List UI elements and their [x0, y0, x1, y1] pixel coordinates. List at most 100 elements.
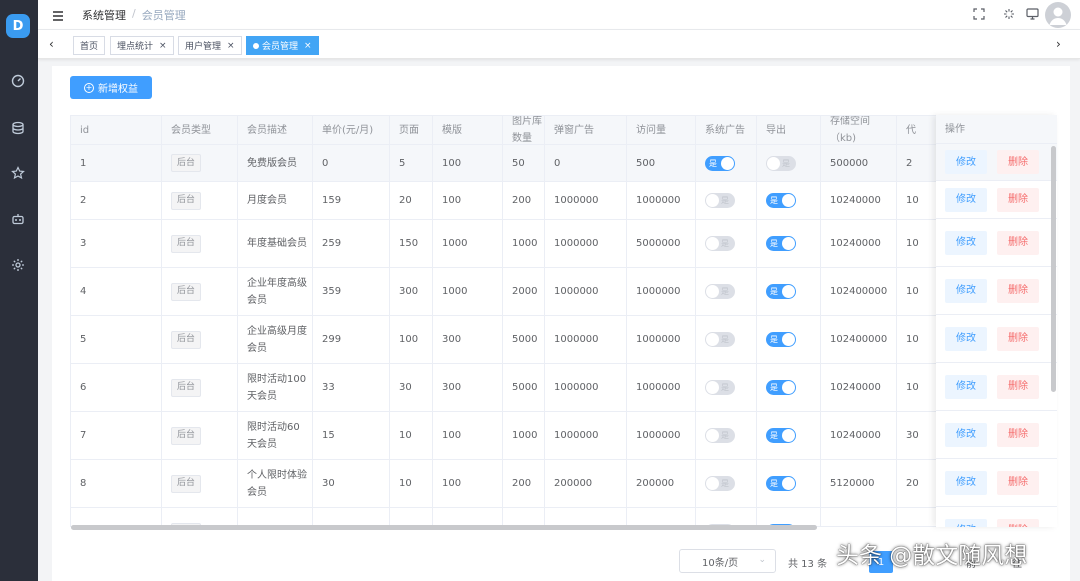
export-switch[interactable]: 是 — [766, 155, 796, 171]
database-icon[interactable] — [10, 120, 26, 136]
tag-member-management[interactable]: 会员管理 × — [246, 36, 319, 55]
breadcrumb: 系统管理 / 会员管理 — [82, 7, 186, 23]
edit-button[interactable]: 修改 — [945, 470, 987, 495]
page-size-select[interactable]: 10条/页 ⌄ — [679, 549, 776, 573]
export-switch[interactable]: 是 — [766, 284, 796, 299]
close-icon[interactable]: × — [304, 41, 312, 51]
fullscreen-icon[interactable] — [971, 6, 987, 22]
tag-label: 首页 — [80, 42, 99, 52]
vertical-scrollbar[interactable] — [1051, 146, 1056, 392]
table-cell: 后台 — [162, 460, 238, 507]
table-row[interactable]: 8 后台 个人限时体验会员 30 10 100 200 200000 200000 是是 51200… — [71, 460, 1056, 508]
switch-text: 是 — [770, 239, 778, 248]
member-type-tag: 后台 — [171, 282, 202, 301]
breadcrumb-item-system[interactable]: 系统管理 — [82, 7, 126, 23]
header-cell: 单价(元/月) — [313, 116, 390, 144]
system-ad-switch[interactable]: 是 — [705, 380, 735, 395]
table-cell: 是 — [696, 412, 757, 459]
delete-button[interactable]: 删除 — [997, 150, 1039, 174]
tag-tracking-stats[interactable]: 埋点统计 × — [110, 36, 174, 55]
export-switch[interactable]: 是 — [766, 193, 796, 208]
tag-label: 用户管理 — [185, 42, 222, 52]
table-cell: 102400000 — [821, 508, 897, 526]
app-logo[interactable]: D — [6, 14, 30, 38]
tags-scroll-left-icon[interactable]: ‹ — [49, 37, 54, 51]
close-icon[interactable]: × — [159, 41, 167, 51]
export-switch[interactable]: 是 — [766, 476, 796, 491]
system-ad-switch[interactable]: 是 — [705, 428, 735, 443]
export-switch[interactable]: 是 — [766, 428, 796, 443]
monitor-icon[interactable] — [1024, 6, 1040, 22]
edit-button[interactable]: 修改 — [945, 422, 987, 447]
table-cell: 1000 — [433, 220, 503, 267]
chevron-down-icon: ⌄ — [758, 555, 766, 565]
switch-text: 是 — [770, 431, 778, 440]
system-ad-switch[interactable]: 是 — [705, 476, 735, 491]
edit-button[interactable]: 修改 — [945, 230, 987, 255]
switch-text: 是 — [721, 239, 729, 248]
delete-button[interactable]: 删除 — [997, 326, 1039, 351]
switch-knob — [782, 381, 795, 394]
switch-text: 是 — [782, 158, 790, 168]
table-row[interactable]: 1 后台 免费版会员 0 5 100 50 0 500 是是 500000 2 — [71, 145, 1056, 182]
delete-button[interactable]: 删除 — [997, 187, 1039, 212]
operations-cell: 修改删除 — [936, 144, 1057, 180]
table-cell: 10 — [897, 220, 937, 267]
system-ad-switch[interactable]: 是 — [705, 236, 735, 251]
settings-gear-icon[interactable] — [10, 257, 26, 273]
loading-spinner-icon[interactable] — [1001, 6, 1017, 22]
system-ad-switch[interactable]: 是 — [705, 155, 735, 171]
star-icon[interactable] — [10, 165, 26, 181]
delete-button[interactable]: 删除 — [997, 374, 1039, 399]
system-ad-switch[interactable]: 是 — [705, 332, 735, 347]
export-switch[interactable]: 是 — [766, 380, 796, 395]
hamburger-menu-icon[interactable] — [52, 7, 64, 26]
table-row[interactable]: 5 后台 企业高级月度会员 299 100 300 5000 1000000 1000000 是是… — [71, 316, 1056, 364]
fixed-row: 修改 删除 — [936, 507, 1057, 527]
switch-knob — [782, 477, 795, 490]
table-cell: 300 — [390, 268, 433, 315]
close-icon[interactable]: × — [227, 41, 235, 51]
edit-button[interactable]: 修改 — [945, 326, 987, 351]
delete-button[interactable]: 删除 — [997, 470, 1039, 495]
table-cell: 1000000 — [545, 316, 627, 363]
breadcrumb-item-member: 会员管理 — [141, 9, 186, 22]
table-cell: 后台 — [162, 364, 238, 411]
export-switch[interactable]: 是 — [766, 236, 796, 251]
tag-home[interactable]: 首页 — [73, 36, 106, 55]
table-cell: 后台 — [162, 182, 238, 219]
table-row[interactable]: 6 后台 限时活动100天会员 33 30 300 5000 1000000 1000000 是是… — [71, 364, 1056, 412]
edit-button[interactable]: 修改 — [945, 187, 987, 212]
user-avatar[interactable] — [1045, 2, 1071, 28]
export-switch[interactable]: 是 — [766, 332, 796, 347]
fixed-row: 修改删除 — [936, 219, 1057, 267]
edit-button[interactable]: 修改 — [945, 374, 987, 399]
system-ad-switch[interactable]: 是 — [705, 193, 735, 208]
horizontal-scrollbar[interactable] — [71, 525, 817, 530]
tags-scroll-right-icon[interactable]: › — [1056, 37, 1061, 51]
delete-button[interactable]: 删除 — [997, 230, 1039, 255]
system-ad-switch[interactable]: 是 — [705, 284, 735, 299]
fixed-row: 修改删除 — [936, 267, 1057, 315]
table-cell: 是 — [696, 364, 757, 411]
delete-button[interactable]: 删除 — [997, 422, 1039, 447]
header-cell: 模版 — [433, 116, 503, 144]
tag-user-management[interactable]: 用户管理 × — [178, 36, 242, 55]
add-benefit-button[interactable]: + 新增权益 — [70, 76, 152, 99]
delete-button[interactable]: 删除 — [997, 518, 1039, 527]
robot-icon[interactable] — [10, 211, 26, 227]
switch-text: 是 — [721, 479, 729, 488]
table-cell: 是 — [696, 460, 757, 507]
table-cell: 是 — [696, 145, 757, 181]
edit-button[interactable]: 修改 — [945, 518, 987, 527]
delete-button[interactable]: 删除 — [997, 278, 1039, 303]
table-row[interactable]: 7 后台 限时活动60天会员 15 10 100 1000 1000000 1000000 是是 1… — [71, 412, 1056, 460]
dashboard-icon[interactable] — [10, 73, 26, 89]
edit-button[interactable]: 修改 — [945, 150, 987, 174]
edit-button[interactable]: 修改 — [945, 278, 987, 303]
table-row[interactable]: 3 后台 年度基础会员 259 150 1000 1000 1000000 5000000 是是 1… — [71, 220, 1056, 268]
table-cell: 33 — [313, 364, 390, 411]
table-row[interactable]: 4 后台 企业年度高级会员 359 300 1000 2000 1000000 1000000 是… — [71, 268, 1056, 316]
member-type-tag: 后台 — [171, 426, 202, 445]
table-row[interactable]: 2 后台 月度会员 159 20 100 200 1000000 1000000 是是 102400… — [71, 182, 1056, 220]
